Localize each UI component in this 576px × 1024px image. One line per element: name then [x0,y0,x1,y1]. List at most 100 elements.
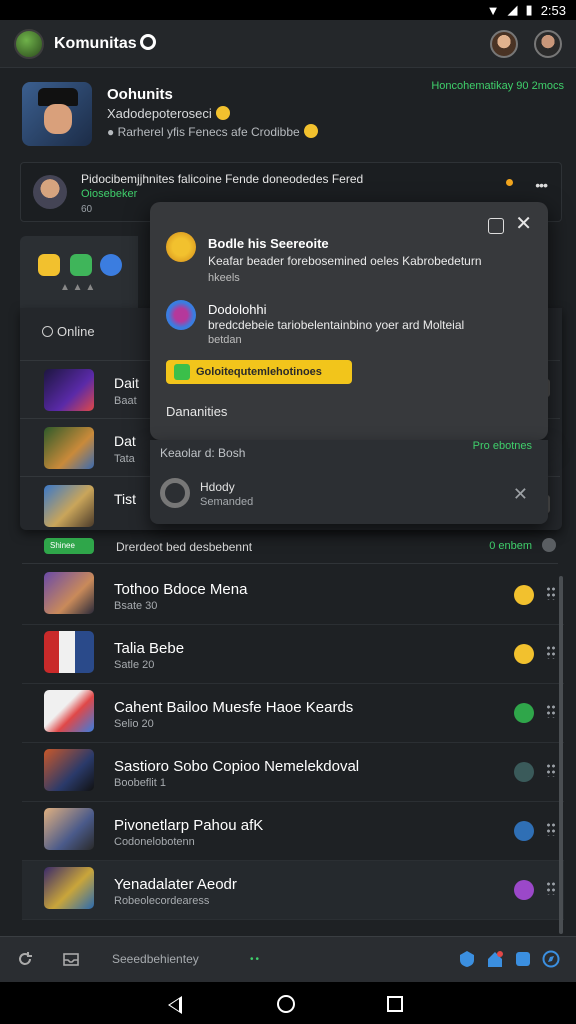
modal-item-text: bredcdebeie tariobelentainbino yoer ard … [208,318,465,332]
post-avatar [33,175,67,209]
bottom-bar: Seeedbehientey •• [0,936,576,982]
sheet-row-sub: Tata [114,453,135,465]
dismiss-icon[interactable]: ✕ [513,484,528,505]
drag-handle-icon[interactable] [546,881,556,895]
system-nav-bar [0,982,576,1024]
bottom-bar-text: Seeedbehientey [112,952,199,966]
sheet-row-title: Tist [114,491,137,507]
modal-footer-link[interactable]: Dananities [166,404,227,419]
inbox-icon[interactable] [62,950,80,968]
toast-line-b: Pro ebotnes [472,440,532,452]
back-icon[interactable] [168,996,182,1014]
list-item[interactable]: Talia Bebe Satle 20 [22,625,564,684]
screen: ▼ ◢ ▮ 2:53 Komunitas Oohunits Xadodepote… [0,0,576,1024]
list-item-title: Talia Bebe [114,640,185,657]
drag-handle-icon[interactable] [546,645,556,659]
community-name: Oohunits [107,86,173,103]
tag-yellow-icon[interactable] [38,254,60,276]
channel-thumbnail [44,749,94,791]
user-avatar-2[interactable] [534,29,562,58]
chevron-icon[interactable] [542,538,556,552]
drag-handle-icon[interactable] [546,586,556,600]
home-nav-icon[interactable] [277,995,295,1013]
post-subtitle: Oiosebeker [81,188,138,200]
status-badge-icon [514,644,534,664]
refresh-icon[interactable] [139,34,156,50]
channel-thumbnail [44,369,94,411]
app-title: Komunitas [54,35,137,52]
list-item[interactable]: Yenadalater Aeodr Robeolecordearess [22,861,564,920]
user-avatar-1[interactable] [490,29,518,58]
recents-icon[interactable] [387,996,403,1012]
post-text: Pidocibemjjhnites falicoine Fende doneod… [81,172,364,186]
tag-green-icon[interactable] [70,254,92,276]
community-subtitle: Xadodepoteroseci [107,106,212,121]
modal-item-meta: hkeels [208,272,240,284]
list-item[interactable]: Sastioro Sobo Copioo Nemelekdoval Boobef… [22,743,564,802]
list-item-sub: Bsate 30 [114,600,158,612]
list-item-title: Cahent Bailoo Muesfe Haoe Keards [114,699,354,716]
activity-badge: Shinee [44,538,94,554]
list-item[interactable]: Tothoo Bdoce Mena Bsate 30 [22,566,564,625]
channel-thumbnail [44,427,94,469]
channel-thumbnail [44,572,94,614]
status-badge-icon [514,703,534,723]
sheet-row-title: Dat [114,433,136,449]
smile-emoji-icon [215,106,230,120]
app-logo-icon[interactable] [14,28,44,59]
status-badge-icon [514,585,534,605]
post-time: 60 [81,204,93,215]
list-item[interactable]: Cahent Bailoo Muesfe Haoe Keards Selio 2… [22,684,564,743]
modal-action-label: Goloitequtemlehotinoes [196,366,322,378]
activity-bar[interactable]: Shinee Drerdeot bed desbebennt 0 enbem [22,530,558,564]
tag-panel: ▲ ▲ ▲ [20,236,138,308]
list-item-sub: Codonelobotenn [114,836,195,848]
home-icon[interactable] [486,950,504,968]
online-label: Online [57,324,95,339]
toast-sub: Semanded [200,496,254,508]
drag-handle-icon[interactable] [546,822,556,836]
loading-icon [160,478,190,508]
list-item[interactable]: Pivonetlarp Pahou afK Codonelobotenn [22,802,564,861]
community-link[interactable]: Honcohematikay 90 2mocs [431,80,564,92]
clock-icon [42,326,53,337]
list-item-sub: Selio 20 [114,718,154,730]
status-badge-icon [514,880,534,900]
open-external-icon[interactable] [488,218,504,234]
close-icon[interactable]: ✕ [515,214,532,234]
drag-handle-icon[interactable] [546,704,556,718]
status-bar: ▼ ◢ ▮ 2:53 [0,0,576,20]
tag-blue-icon[interactable] [100,254,122,276]
list-item-sub: Satle 20 [114,659,155,671]
square-icon[interactable] [514,950,532,968]
activity-text: Drerdeot bed desbebennt [116,540,253,554]
sheet-row-sub: Baat [114,395,137,407]
modal-item-text: Keafar beader forebosemined oeles Kabrob… [208,254,482,268]
status-badge-icon [514,821,534,841]
scrollbar[interactable] [559,576,563,934]
notification-toast: Keaolar d: Bosh Pro ebotnes Hdody Semand… [150,440,548,524]
refresh-icon[interactable] [16,950,34,968]
drag-handle-icon[interactable] [546,763,556,777]
notification-modal: ✕ Bodle his Seereoite Keafar beader fore… [150,202,548,440]
tag-indicators-icon: ▲ ▲ ▲ [60,282,96,293]
status-time: 2:53 [540,2,566,18]
list-item-title: Yenadalater Aeodr [114,876,237,893]
compass-icon[interactable] [542,950,560,968]
sheet-row-title: Dait [114,375,139,391]
list-item-sub: Robeolecordearess [114,895,210,907]
channel-list: Tothoo Bdoce Mena Bsate 30 Talia Bebe Sa… [22,566,564,920]
more-options-icon[interactable]: ••• [535,177,548,193]
channel-thumbnail [44,631,94,673]
list-item-title: Sastioro Sobo Copioo Nemelekdoval [114,758,360,775]
shield-icon[interactable] [458,950,476,968]
emoji-icon [303,124,318,138]
list-item-sub: Boobeflit 1 [114,777,166,789]
list-item-title: Tothoo Bdoce Mena [114,581,248,598]
list-item-title: Pivonetlarp Pahou afK [114,817,264,834]
community-avatar[interactable] [22,82,92,146]
modal-action-button[interactable]: Goloitequtemlehotinoes [166,360,352,384]
wifi-icon: ▼ [486,2,500,18]
battery-icon: ▮ [525,2,533,17]
channel-thumbnail [44,808,94,850]
